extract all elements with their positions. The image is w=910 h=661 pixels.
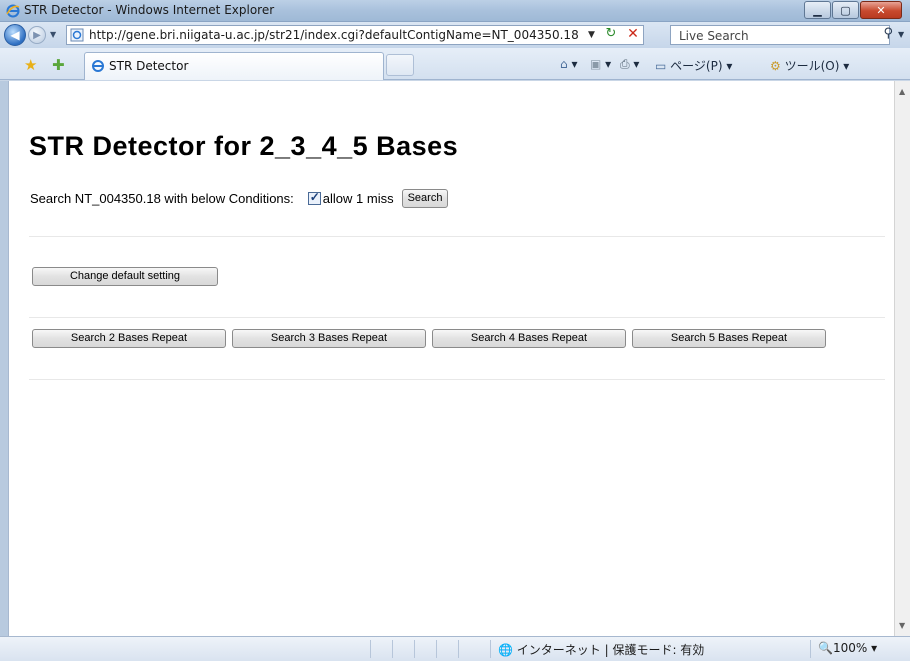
tools-menu-label: ツール(O) bbox=[784, 59, 840, 73]
browser-window: STR Detector - Windows Internet Explorer… bbox=[0, 0, 910, 661]
tools-gear-icon: ⚙ bbox=[770, 59, 781, 73]
tab-bar: ★ ✚ STR Detector ⌂ ▾ ▣ ▾ ⎙ ▾ ▭ ページ(P) ▾ … bbox=[0, 48, 910, 80]
minimize-button[interactable]: ▁ bbox=[804, 1, 831, 19]
ie-tab-icon bbox=[92, 60, 104, 72]
address-dropdown-icon[interactable]: ▼ bbox=[588, 30, 595, 40]
security-zone[interactable]: 🌐 インターネット | 保護モード: 有効 bbox=[498, 641, 704, 658]
address-bar[interactable]: http://gene.bri.niigata-u.ac.jp/str21/in… bbox=[66, 25, 644, 45]
home-icon[interactable]: ⌂ ▾ bbox=[560, 57, 577, 71]
search-condition-line: Search NT_004350.18 with below Condition… bbox=[30, 189, 449, 208]
tab-label: STR Detector bbox=[109, 59, 189, 73]
scroll-up-icon[interactable]: ▲ bbox=[899, 87, 905, 96]
condition-text: Search NT_004350.18 with below Condition… bbox=[30, 191, 294, 206]
divider bbox=[29, 317, 885, 318]
search-2-bases-button[interactable]: Search 2 Bases Repeat bbox=[32, 329, 226, 348]
maximize-button[interactable]: ▢ bbox=[832, 1, 859, 19]
title-bar: STR Detector - Windows Internet Explorer… bbox=[0, 0, 910, 22]
status-divider bbox=[490, 640, 491, 658]
page-menu-icon: ▭ bbox=[655, 59, 667, 73]
zoom-level[interactable]: 🔍100% ▾ bbox=[818, 641, 877, 655]
feeds-icon[interactable]: ▣ ▾ bbox=[590, 57, 611, 71]
favorites-star-icon[interactable]: ★ bbox=[24, 56, 37, 74]
search-dropdown-icon[interactable]: ▼ bbox=[898, 30, 904, 39]
divider bbox=[29, 236, 885, 237]
status-divider bbox=[370, 640, 371, 658]
zoom-value: 100% bbox=[832, 641, 868, 655]
page-content: STR Detector for 2_3_4_5 Bases Search NT… bbox=[8, 81, 894, 636]
minimize-icon: ▁ bbox=[813, 3, 822, 17]
allow-miss-label: allow 1 miss bbox=[322, 191, 394, 206]
maximize-icon: ▢ bbox=[840, 3, 851, 17]
search-3-bases-button[interactable]: Search 3 Bases Repeat bbox=[232, 329, 426, 348]
status-bar: 🌐 インターネット | 保護モード: 有効 🔍100% ▾ bbox=[0, 636, 910, 661]
forward-arrow-icon: ▶ bbox=[33, 29, 41, 41]
stop-icon[interactable]: ✕ bbox=[623, 26, 643, 44]
repeat-buttons-row: Search 2 Bases Repeat Search 3 Bases Rep… bbox=[32, 329, 832, 348]
allow-miss-checkbox[interactable] bbox=[307, 190, 321, 205]
page-icon bbox=[70, 28, 84, 42]
status-divider bbox=[436, 640, 437, 658]
status-divider bbox=[414, 640, 415, 658]
history-dropdown-icon[interactable]: ▼ bbox=[50, 30, 56, 39]
ie-logo-icon bbox=[6, 4, 20, 18]
navigation-bar: ◀ ▶ ▼ http://gene.bri.niigata-u.ac.jp/st… bbox=[0, 22, 910, 48]
close-button[interactable]: ✕ bbox=[860, 1, 902, 19]
window-title: STR Detector - Windows Internet Explorer bbox=[24, 3, 275, 17]
scroll-down-icon[interactable]: ▼ bbox=[899, 621, 905, 630]
window-controls: ▁ ▢ ✕ bbox=[803, 1, 902, 19]
search-button[interactable]: Search bbox=[401, 189, 449, 208]
status-divider bbox=[810, 640, 811, 658]
zone-text: インターネット | 保護モード: 有効 bbox=[516, 643, 705, 657]
print-icon[interactable]: ⎙ ▾ bbox=[620, 57, 639, 72]
search-4-bases-button[interactable]: Search 4 Bases Repeat bbox=[432, 329, 626, 348]
window-left-border bbox=[0, 81, 8, 636]
globe-icon: 🌐 bbox=[498, 643, 513, 657]
change-default-setting-button[interactable]: Change default setting bbox=[32, 267, 218, 286]
search-placeholder: Live Search bbox=[679, 29, 749, 43]
forward-button[interactable]: ▶ bbox=[28, 26, 46, 44]
url-text[interactable]: http://gene.bri.niigata-u.ac.jp/str21/in… bbox=[89, 28, 579, 42]
page-menu-label: ページ(P) bbox=[670, 59, 723, 73]
search-5-bases-button[interactable]: Search 5 Bases Repeat bbox=[632, 329, 826, 348]
tools-menu[interactable]: ⚙ ツール(O) ▾ bbox=[770, 57, 849, 74]
close-icon: ✕ bbox=[876, 3, 886, 17]
back-arrow-icon: ◀ bbox=[10, 28, 20, 42]
back-button[interactable]: ◀ bbox=[4, 24, 26, 46]
new-tab-button[interactable] bbox=[386, 54, 414, 76]
page-menu[interactable]: ▭ ページ(P) ▾ bbox=[655, 57, 732, 74]
search-icon[interactable]: ⚲ bbox=[883, 26, 893, 41]
divider bbox=[29, 379, 885, 380]
search-input[interactable]: Live Search ⚲ bbox=[670, 25, 893, 45]
status-divider bbox=[458, 640, 459, 658]
tab-str-detector[interactable]: STR Detector bbox=[84, 52, 384, 80]
zoom-icon: 🔍 bbox=[818, 641, 833, 655]
page-title: STR Detector for 2_3_4_5 Bases bbox=[29, 131, 459, 161]
add-favorites-icon[interactable]: ✚ bbox=[52, 56, 65, 74]
refresh-icon[interactable]: ↻ bbox=[601, 26, 621, 44]
vertical-scrollbar[interactable]: ▲ ▼ bbox=[894, 81, 910, 636]
status-divider bbox=[392, 640, 393, 658]
